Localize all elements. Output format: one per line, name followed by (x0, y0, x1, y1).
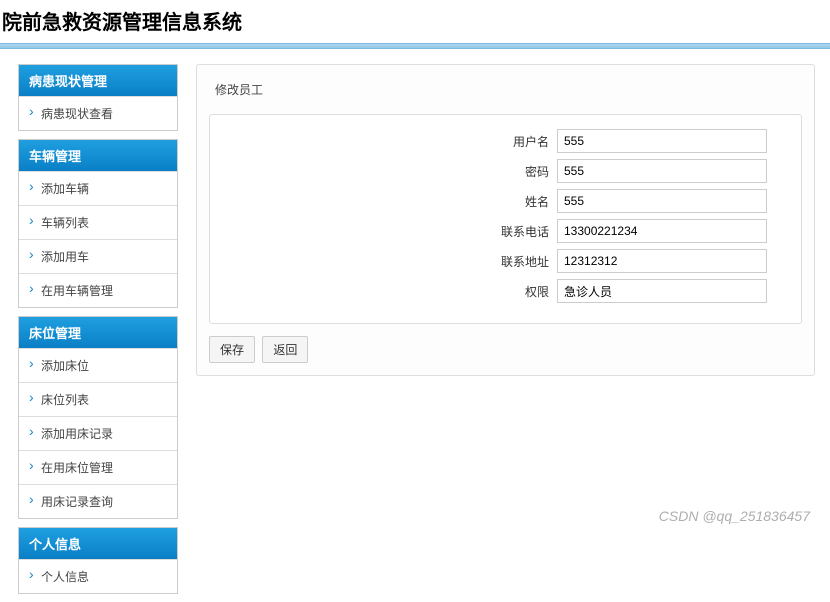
menu-item-add-vehicle[interactable]: 添加车辆 (19, 171, 177, 205)
label-password: 密码 (222, 163, 557, 180)
input-name[interactable] (557, 189, 767, 213)
menu-header-profile: 个人信息 (19, 528, 177, 559)
menu-section-bed: 床位管理 添加床位 床位列表 添加用床记录 在用床位管理 用床记录查询 (18, 316, 178, 519)
menu-header-bed: 床位管理 (19, 317, 177, 348)
menu-section-vehicle: 车辆管理 添加车辆 车辆列表 添加用车 在用车辆管理 (18, 139, 178, 308)
row-phone: 联系电话 (222, 219, 789, 243)
menu-item-profile[interactable]: 个人信息 (19, 559, 177, 593)
menu-header-vehicle: 车辆管理 (19, 140, 177, 171)
label-name: 姓名 (222, 193, 557, 210)
label-username: 用户名 (222, 133, 557, 150)
menu-header-patient: 病患现状管理 (19, 65, 177, 96)
edit-panel: 修改员工 用户名 密码 姓名 联系电话 (196, 64, 815, 376)
input-role[interactable] (557, 279, 767, 303)
watermark: CSDN @qq_251836457 (659, 508, 810, 524)
form-box: 用户名 密码 姓名 联系电话 联系地址 (209, 114, 802, 324)
input-password[interactable] (557, 159, 767, 183)
button-row: 保存 返回 (209, 336, 802, 363)
menu-section-profile: 个人信息 个人信息 (18, 527, 178, 594)
label-address: 联系地址 (222, 253, 557, 270)
row-role: 权限 (222, 279, 789, 303)
menu-item-bed-query[interactable]: 用床记录查询 (19, 484, 177, 518)
input-address[interactable] (557, 249, 767, 273)
menu-item-add-bed[interactable]: 添加床位 (19, 348, 177, 382)
menu-section-patient: 病患现状管理 病患现状查看 (18, 64, 178, 131)
input-phone[interactable] (557, 219, 767, 243)
menu-item-bed-list[interactable]: 床位列表 (19, 382, 177, 416)
row-username: 用户名 (222, 129, 789, 153)
sidebar: 病患现状管理 病患现状查看 车辆管理 添加车辆 车辆列表 添加用车 在用车辆管理… (18, 64, 178, 602)
input-username[interactable] (557, 129, 767, 153)
row-password: 密码 (222, 159, 789, 183)
label-role: 权限 (222, 283, 557, 300)
menu-item-vehicle-list[interactable]: 车辆列表 (19, 205, 177, 239)
back-button[interactable]: 返回 (262, 336, 308, 363)
menu-item-add-bedrecord[interactable]: 添加用床记录 (19, 416, 177, 450)
menu-item-patient-view[interactable]: 病患现状查看 (19, 96, 177, 130)
row-name: 姓名 (222, 189, 789, 213)
label-phone: 联系电话 (222, 223, 557, 240)
save-button[interactable]: 保存 (209, 336, 255, 363)
menu-item-bed-manage[interactable]: 在用床位管理 (19, 450, 177, 484)
panel-title: 修改员工 (197, 65, 814, 114)
row-address: 联系地址 (222, 249, 789, 273)
app-title: 院前急救资源管理信息系统 (0, 0, 830, 43)
menu-item-vehicle-manage[interactable]: 在用车辆管理 (19, 273, 177, 307)
menu-item-add-usecar[interactable]: 添加用车 (19, 239, 177, 273)
